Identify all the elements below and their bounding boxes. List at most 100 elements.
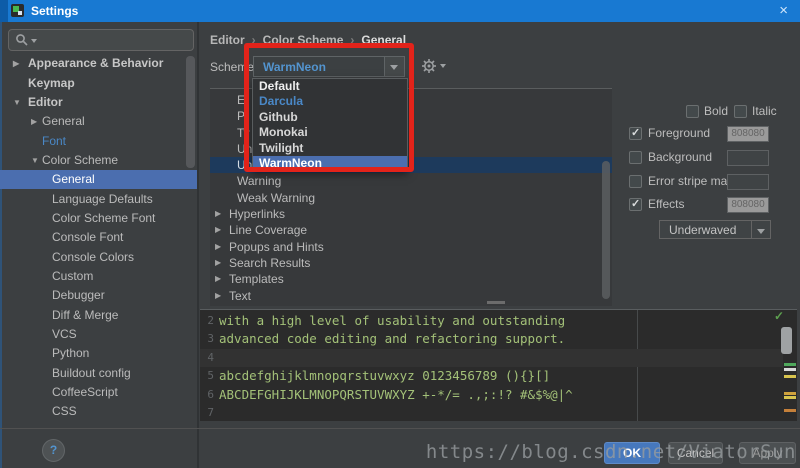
- italic-checkbox[interactable]: [734, 105, 747, 118]
- preview-line: 6ABCDEFGHIJKLMNOPQRSTUVWXYZ +-*/= .,;:!?…: [200, 386, 783, 404]
- dropdown-item-monokai[interactable]: Monokai: [253, 125, 407, 140]
- dropdown-item-darcula[interactable]: Darcula: [253, 94, 407, 109]
- footer-bar: ? OK Cancel Apply: [0, 428, 800, 468]
- sidebar-item-color-scheme-general[interactable]: General: [0, 170, 197, 189]
- sidebar-item-console-colors[interactable]: Console Colors: [0, 248, 197, 267]
- sidebar-item-color-scheme-font[interactable]: Color Scheme Font: [0, 209, 197, 228]
- expand-arrow-icon[interactable]: ▶: [215, 239, 221, 255]
- effect-style-combobox[interactable]: Underwaved: [659, 220, 771, 239]
- list-item-weak-warning[interactable]: Weak Warning: [210, 190, 612, 206]
- foreground-checkbox[interactable]: [629, 127, 642, 140]
- cancel-button[interactable]: Cancel: [668, 442, 723, 464]
- list-group-line-coverage[interactable]: ▶Line Coverage: [210, 222, 612, 238]
- search-filter-chevron-icon[interactable]: [31, 39, 37, 43]
- expand-arrow-icon[interactable]: ▶: [215, 288, 221, 304]
- background-color-field[interactable]: [727, 150, 769, 166]
- effects-checkbox[interactable]: [629, 198, 642, 211]
- sidebar-item-console-font[interactable]: Console Font: [0, 228, 197, 247]
- preview-line: 2with a high level of usability and outs…: [200, 312, 783, 330]
- stripe-mark-yellow[interactable]: [784, 392, 796, 395]
- foreground-color-field[interactable]: 808080: [727, 126, 769, 142]
- ok-button[interactable]: OK: [604, 442, 660, 464]
- bold-checkbox[interactable]: [686, 105, 699, 118]
- sidebar-item-language-defaults[interactable]: Language Defaults: [0, 190, 197, 209]
- preview-pane: 2with a high level of usability and outs…: [200, 309, 797, 421]
- foreground-label: Foreground: [648, 127, 710, 140]
- error-stripe-color-field[interactable]: [727, 174, 769, 190]
- expand-arrow-icon[interactable]: ▶: [215, 271, 221, 287]
- combobox-arrow-button[interactable]: [751, 221, 770, 238]
- expand-arrow-icon[interactable]: ▶: [215, 255, 221, 271]
- sidebar-scrollbar[interactable]: [186, 56, 195, 168]
- titlebar: Settings ×: [0, 0, 800, 22]
- sidebar-item-editor[interactable]: ▼Editor: [0, 93, 197, 112]
- background-checkbox[interactable]: [629, 151, 642, 164]
- close-icon[interactable]: ×: [779, 2, 788, 19]
- collapse-arrow-icon[interactable]: ▼: [13, 93, 21, 112]
- dropdown-item-default[interactable]: Default: [253, 79, 407, 94]
- bold-label: Bold: [704, 105, 728, 118]
- effect-style-value: Underwaved: [669, 222, 736, 238]
- dropdown-item-twilight[interactable]: Twilight: [253, 141, 407, 156]
- apply-button[interactable]: Apply: [739, 442, 796, 464]
- expand-arrow-icon[interactable]: ▶: [13, 54, 19, 73]
- stripe-mark-white[interactable]: [784, 368, 796, 371]
- scheme-combobox[interactable]: WarmNeon: [253, 56, 405, 77]
- list-group-templates[interactable]: ▶Templates: [210, 271, 612, 287]
- sidebar-item-appearance-behavior[interactable]: ▶Appearance & Behavior: [0, 54, 197, 73]
- list-group-hyperlinks[interactable]: ▶Hyperlinks: [210, 206, 612, 222]
- sidebar-item-keymap[interactable]: Keymap: [0, 74, 197, 93]
- breadcrumb-color-scheme[interactable]: Color Scheme: [263, 33, 344, 47]
- dropdown-item-github[interactable]: Github: [253, 110, 407, 125]
- stripe-mark-yellow[interactable]: [784, 396, 796, 399]
- expand-arrow-icon[interactable]: ▶: [31, 112, 37, 131]
- background-label: Background: [648, 151, 712, 164]
- error-stripe-label: Error stripe mark: [648, 175, 737, 188]
- scheme-value: WarmNeon: [263, 59, 326, 76]
- list-horizontal-scrollbar[interactable]: [487, 301, 505, 304]
- sidebar-item-coffeescript[interactable]: CoffeeScript: [0, 383, 197, 402]
- list-group-search-results[interactable]: ▶Search Results: [210, 255, 612, 271]
- breadcrumb-separator: ›: [252, 33, 256, 47]
- window-title: Settings: [31, 4, 78, 18]
- chevron-down-icon: [757, 229, 765, 234]
- gear-icon[interactable]: [421, 58, 437, 74]
- list-group-popups-hints[interactable]: ▶Popups and Hints: [210, 239, 612, 255]
- sidebar-item-debugger[interactable]: Debugger: [0, 286, 197, 305]
- preview-line: 7: [200, 404, 783, 421]
- sidebar-item-color-scheme[interactable]: ▼Color Scheme: [0, 151, 197, 170]
- settings-dialog: Settings × ▶Appearance & Behavior Keymap…: [0, 0, 800, 468]
- list-scrollbar[interactable]: [602, 161, 610, 299]
- sidebar-item-python[interactable]: Python: [0, 344, 197, 363]
- stripe-mark-green[interactable]: [784, 363, 796, 366]
- preview-scrollbar[interactable]: [781, 327, 792, 354]
- stripe-mark-yellow[interactable]: [784, 375, 796, 378]
- help-button[interactable]: ?: [42, 439, 65, 462]
- error-stripe-checkbox[interactable]: [629, 175, 642, 188]
- effects-color-field[interactable]: 808080: [727, 197, 769, 213]
- preview-line: 3advanced code editing and refactoring s…: [200, 330, 783, 348]
- scheme-dropdown-popup: Default Darcula Github Monokai Twilight …: [252, 78, 408, 171]
- gear-chevron-icon[interactable]: [440, 64, 446, 68]
- combobox-arrow-button[interactable]: [384, 57, 404, 76]
- search-icon: [15, 33, 29, 47]
- sidebar-item-vcs[interactable]: VCS: [0, 325, 197, 344]
- settings-search-box[interactable]: [8, 29, 194, 51]
- breadcrumb-editor[interactable]: Editor: [210, 33, 245, 47]
- sidebar-item-editor-general[interactable]: ▶General: [0, 112, 197, 131]
- chevron-down-icon: [390, 65, 398, 70]
- sidebar-item-font[interactable]: Font: [0, 132, 197, 151]
- breadcrumb: Editor › Color Scheme › General: [210, 33, 406, 47]
- list-item-warning[interactable]: Warning: [210, 173, 612, 189]
- collapse-arrow-icon[interactable]: ▼: [31, 151, 39, 170]
- sidebar-item-diff-merge[interactable]: Diff & Merge: [0, 306, 197, 325]
- expand-arrow-icon[interactable]: ▶: [215, 206, 221, 222]
- list-group-text[interactable]: ▶Text: [210, 288, 612, 304]
- sidebar-item-custom[interactable]: Custom: [0, 267, 197, 286]
- expand-arrow-icon[interactable]: ▶: [215, 222, 221, 238]
- search-input[interactable]: [41, 31, 190, 49]
- sidebar-item-css[interactable]: CSS: [0, 402, 197, 421]
- stripe-mark-orange[interactable]: [784, 409, 796, 412]
- dropdown-item-warmneon[interactable]: WarmNeon: [253, 156, 407, 171]
- sidebar-item-buildout-config[interactable]: Buildout config: [0, 364, 197, 383]
